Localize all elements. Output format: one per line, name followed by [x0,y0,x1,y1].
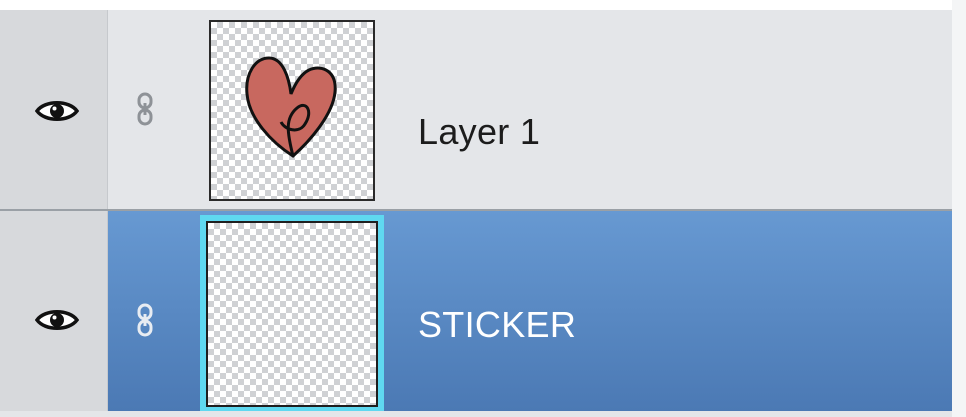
layer-name[interactable]: Layer 1 [418,111,540,153]
eye-icon[interactable] [35,98,79,124]
layer-name[interactable]: STICKER [418,304,576,346]
layer-thumbnail[interactable] [206,221,378,407]
panel-right-edge [952,0,966,417]
visibility-column [0,211,108,411]
layer-thumbnail[interactable] [209,20,375,201]
layer-row-sticker[interactable]: STICKER [0,211,952,411]
eye-icon[interactable] [35,307,79,333]
chain-link-icon[interactable] [136,92,154,126]
chain-link-icon[interactable] [136,303,154,337]
layer-row-layer-1[interactable]: Layer 1 [0,10,952,209]
heart-drawing [245,56,337,158]
panel-top-edge [0,0,966,10]
layers-panel: Layer 1 STICKER [0,0,966,417]
selected-thumbnail-highlight [200,215,384,411]
panel-bottom-edge [0,411,952,417]
visibility-column [0,10,108,209]
